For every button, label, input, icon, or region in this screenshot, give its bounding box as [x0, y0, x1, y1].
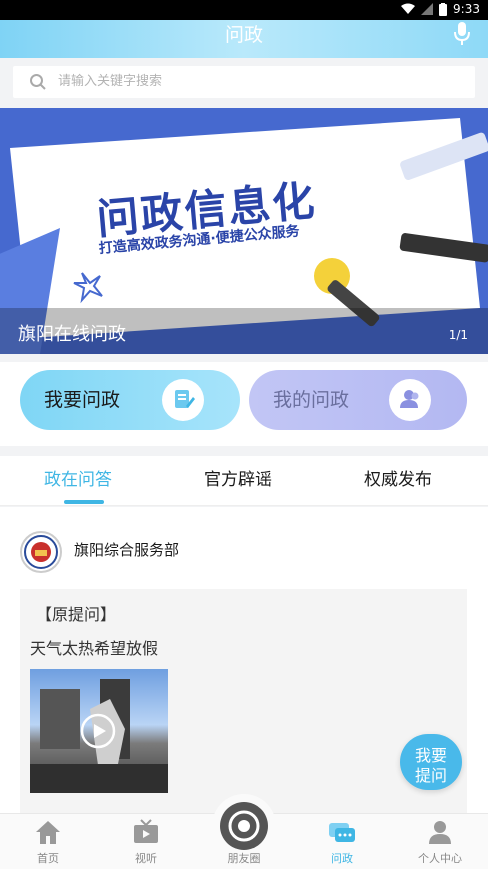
status-bar: 9:33 — [0, 0, 488, 20]
nav-moments[interactable]: 朋友圈 — [204, 814, 284, 869]
nav-wenzheng[interactable]: 问政 — [302, 814, 382, 869]
home-icon — [36, 821, 60, 844]
nav-video[interactable]: 视听 — [106, 814, 186, 869]
fab-label-line2: 提问 — [414, 766, 447, 785]
play-icon[interactable] — [80, 713, 116, 749]
ask-question-button[interactable]: 我要问政 — [20, 370, 240, 430]
microphone-icon[interactable] — [454, 22, 470, 46]
tab-official-release[interactable]: 权威发布 — [364, 456, 432, 506]
app-header: 问政 — [0, 20, 488, 58]
my-questions-button[interactable]: 我的问政 — [249, 370, 467, 430]
action-buttons: 我要问政 我的问政 — [0, 362, 488, 446]
nav-home[interactable]: 首页 — [8, 814, 88, 869]
content-tabs: 政在问答 官方辟谣 权威发布 — [0, 456, 488, 506]
wifi-icon — [401, 3, 416, 14]
status-icons: 9:33 — [401, 2, 480, 16]
edit-icon — [175, 390, 195, 408]
question-text: 天气太热希望放假 — [30, 639, 159, 658]
search-icon — [30, 74, 46, 90]
tv-icon — [134, 819, 158, 843]
org-avatar[interactable] — [20, 531, 62, 573]
org-name[interactable]: 旗阳综合服务部 — [74, 539, 179, 560]
nav-profile[interactable]: 个人中心 — [400, 814, 480, 869]
search-placeholder: 请输入关键字搜索 — [58, 74, 163, 89]
search-input[interactable]: 请输入关键字搜索 — [13, 66, 475, 98]
nav-moments-label: 朋友圈 — [227, 852, 261, 865]
edit-icon-circle — [162, 379, 204, 421]
nav-wenzheng-label: 问政 — [331, 852, 353, 865]
banner-page-indicator: 1/1 — [448, 328, 468, 342]
ask-question-label: 我要问政 — [44, 389, 121, 411]
banner-carousel[interactable]: 问政信息化 打造高效政务沟通·便捷公众服务 旗阳在线问政 1/1 — [0, 108, 488, 354]
active-tab-indicator — [64, 500, 104, 504]
my-questions-label: 我的问政 — [273, 389, 350, 411]
ask-question-fab[interactable]: 我要 提问 — [400, 734, 462, 790]
battery-icon — [439, 2, 448, 16]
video-thumbnail[interactable] — [30, 669, 168, 793]
user-icon-circle — [389, 379, 431, 421]
nav-home-label: 首页 — [37, 852, 59, 865]
status-time: 9:33 — [453, 2, 480, 16]
page-title: 问政 — [224, 24, 263, 46]
banner-caption: 旗阳在线问政 — [18, 324, 126, 345]
search-bar: 请输入关键字搜索 — [0, 58, 488, 108]
nav-video-label: 视听 — [135, 852, 157, 865]
question-tag: 【原提问】 — [36, 605, 117, 624]
bottom-navigation: 首页 视听 朋友圈 问政 个人中心 — [0, 794, 488, 869]
tab-qa[interactable]: 政在问答 — [44, 456, 112, 506]
person-icon — [429, 821, 451, 844]
signal-icon — [421, 3, 434, 15]
chat-icon — [329, 823, 355, 842]
emblem-icon — [24, 535, 58, 569]
nav-profile-label: 个人中心 — [418, 852, 462, 865]
user-icon — [400, 390, 419, 408]
tab-rumor-refute[interactable]: 官方辟谣 — [204, 456, 272, 506]
